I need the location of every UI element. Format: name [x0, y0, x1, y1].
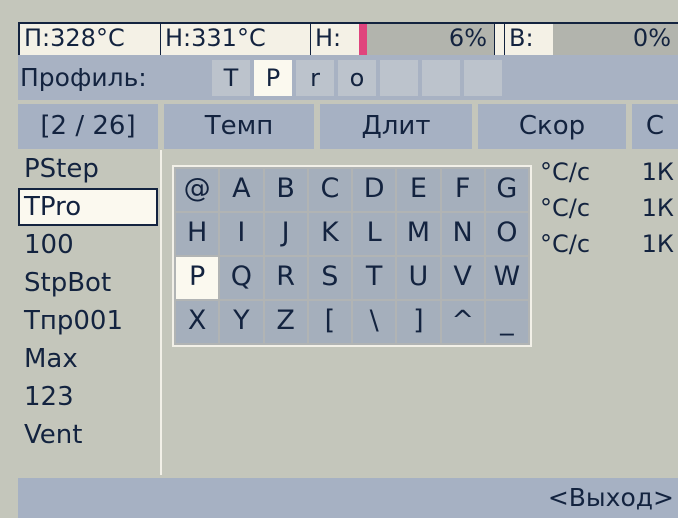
- h-power-value: 6%: [448, 24, 487, 52]
- keyboard-key[interactable]: O: [485, 213, 528, 255]
- list-item[interactable]: 123: [18, 378, 158, 416]
- keyboard-key[interactable]: K: [308, 213, 351, 255]
- table-row: °C/c 1К: [540, 230, 674, 258]
- profile-label: Профиль:: [20, 63, 147, 92]
- keyboard-key[interactable]: J: [264, 213, 307, 255]
- row-unit: °C/c: [540, 158, 591, 186]
- keyboard-key[interactable]: C: [308, 169, 351, 211]
- v-power-value: 0%: [632, 24, 671, 52]
- keyboard-key[interactable]: _: [485, 301, 528, 343]
- status-p-temp-text: П:328°C: [24, 24, 125, 52]
- list-item[interactable]: PStep: [18, 150, 158, 188]
- keyboard-key[interactable]: I: [220, 213, 263, 255]
- list-item[interactable]: Vent: [18, 416, 158, 454]
- keyboard-key[interactable]: P: [176, 257, 219, 299]
- footer-bar: <Выход>: [18, 478, 678, 518]
- keyboard-key[interactable]: F: [441, 169, 484, 211]
- h-power-fill: [359, 24, 368, 57]
- profile-slot-5[interactable]: [380, 59, 418, 96]
- profile-slot-1[interactable]: T: [212, 59, 250, 96]
- keyboard-key[interactable]: W: [485, 257, 528, 299]
- keyboard-key[interactable]: ^: [441, 301, 484, 343]
- keyboard-key[interactable]: N: [441, 213, 484, 255]
- row-unit: °C/c: [540, 194, 591, 222]
- v-power-bar: 0%: [553, 24, 678, 57]
- profile-slot-6[interactable]: [422, 59, 460, 96]
- h-power-bar: 6%: [359, 24, 495, 57]
- profile-slot-4[interactable]: o: [338, 59, 376, 96]
- keyboard-key[interactable]: Y: [220, 301, 263, 343]
- profile-row: Профиль: T P r o: [18, 55, 678, 100]
- table-row: °C/c 1К: [540, 158, 674, 186]
- status-h-temp: Н:331°C: [160, 22, 317, 59]
- column-extra[interactable]: С: [632, 104, 678, 149]
- status-v-power: В: 0%: [504, 22, 678, 59]
- keyboard-key[interactable]: T: [353, 257, 396, 299]
- column-duration[interactable]: Длит: [320, 104, 472, 149]
- exit-button[interactable]: <Выход>: [548, 483, 674, 512]
- column-speed[interactable]: Скор: [478, 104, 626, 149]
- profile-slot-3[interactable]: r: [296, 59, 334, 96]
- keyboard-key[interactable]: V: [441, 257, 484, 299]
- keyboard-key[interactable]: Z: [264, 301, 307, 343]
- keyboard-key[interactable]: X: [176, 301, 219, 343]
- keyboard-key[interactable]: ]: [397, 301, 440, 343]
- keyboard-key[interactable]: R: [264, 257, 307, 299]
- row-extra: 1К: [641, 158, 674, 186]
- keyboard-key[interactable]: D: [353, 169, 396, 211]
- status-h-temp-text: Н:331°C: [165, 24, 266, 52]
- keyboard-key[interactable]: \: [353, 301, 396, 343]
- keyboard-key[interactable]: M: [397, 213, 440, 255]
- list-item[interactable]: 100: [18, 226, 158, 264]
- character-keyboard: @ A B C D E F G H I J K L M N O P Q R S T U V W X Y Z[\] ^ _: [172, 165, 532, 347]
- keyboard-key[interactable]: L: [353, 213, 396, 255]
- list-item[interactable]: Тпр001: [18, 302, 158, 340]
- status-h-label: Н:: [315, 24, 342, 52]
- column-temp[interactable]: Темп: [164, 104, 314, 149]
- list-divider: [160, 150, 162, 475]
- status-v-label: В:: [509, 24, 534, 52]
- row-unit: °C/c: [540, 230, 591, 258]
- column-header-row: [2 / 26] Темп Длит Скор С: [18, 104, 678, 149]
- status-p-temp: П:328°C: [18, 22, 168, 59]
- keyboard-key[interactable]: G: [485, 169, 528, 211]
- keyboard-key[interactable]: U: [397, 257, 440, 299]
- row-extra: 1К: [641, 230, 674, 258]
- step-counter: [2 / 26]: [18, 104, 158, 149]
- keyboard-key[interactable]: A: [220, 169, 263, 211]
- keyboard-key[interactable]: [: [308, 301, 351, 343]
- keyboard-key[interactable]: H: [176, 213, 219, 255]
- row-extra: 1К: [641, 194, 674, 222]
- list-item[interactable]: Max: [18, 340, 158, 378]
- keyboard-key[interactable]: E: [397, 169, 440, 211]
- table-row: °C/c 1К: [540, 194, 674, 222]
- list-item[interactable]: StpBot: [18, 264, 158, 302]
- profile-slot-7[interactable]: [464, 59, 502, 96]
- status-h-power: Н: 6%: [310, 22, 497, 59]
- profile-slot-2[interactable]: P: [254, 59, 292, 96]
- list-item-selected[interactable]: TPro: [18, 188, 158, 226]
- keyboard-key[interactable]: B: [264, 169, 307, 211]
- profile-list: PStep TPro 100 StpBot Тпр001 Max 123 Ven…: [18, 150, 158, 454]
- keyboard-key[interactable]: @: [176, 169, 219, 211]
- keyboard-key[interactable]: Q: [220, 257, 263, 299]
- keyboard-key[interactable]: S: [308, 257, 351, 299]
